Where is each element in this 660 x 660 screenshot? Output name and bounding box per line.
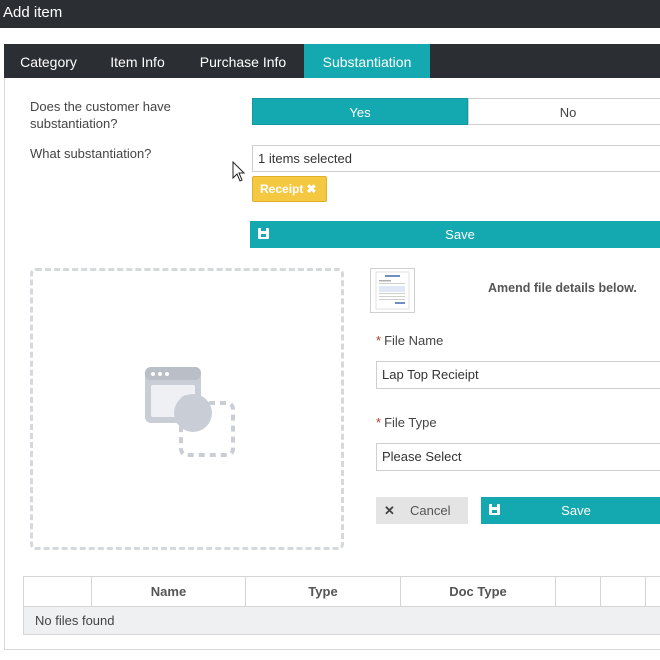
floppy-disk-icon [258, 228, 269, 239]
save-file-button[interactable]: Save [481, 497, 660, 524]
file-type-select[interactable]: Please Select [376, 443, 660, 471]
receipt-chip: Receipt ✖ [252, 176, 327, 202]
close-icon: ✕ [384, 503, 395, 518]
cancel-label: Cancel [410, 503, 451, 518]
receipt-chip-label: Receipt [260, 182, 304, 196]
floppy-disk-icon [489, 504, 500, 515]
column-header-action-1 [556, 577, 601, 606]
amend-instructions: Amend file details below. [488, 281, 637, 295]
upload-window-icon [145, 367, 235, 457]
tab-purchase-info[interactable]: Purchase Info [182, 44, 304, 78]
mouse-cursor-icon [232, 161, 246, 182]
tab-item-info[interactable]: Item Info [93, 44, 182, 78]
column-header-action-3 [646, 577, 660, 606]
file-name-label: * File Name [376, 333, 443, 348]
no-toggle-button[interactable]: No [468, 98, 660, 125]
required-mark: * [376, 333, 382, 348]
tab-substantiation[interactable]: Substantiation [304, 44, 430, 78]
column-header-blank [24, 577, 92, 606]
window-title: Add item [0, 0, 660, 28]
file-type-label-text: File Type [384, 415, 437, 430]
what-substantiation-label: What substantiation? [30, 146, 152, 161]
substantiation-multiselect[interactable]: 1 items selected [252, 145, 660, 172]
cancel-button[interactable]: ✕ Cancel [376, 497, 468, 524]
column-header-doc-type[interactable]: Doc Type [401, 577, 556, 606]
table-row: No files found [23, 607, 660, 635]
file-name-input[interactable]: Lap Top Recieipt [376, 361, 660, 389]
tab-bar: Category Item Info Purchase Info Substan… [4, 44, 660, 78]
file-type-label: * File Type [376, 415, 437, 430]
required-mark: * [376, 415, 382, 430]
tab-category[interactable]: Category [4, 44, 93, 78]
save-substantiation-button[interactable]: Save [250, 221, 660, 248]
file-thumbnail [370, 268, 415, 313]
has-substantiation-label: Does the customer have substantiation? [30, 99, 171, 131]
column-header-action-2 [601, 577, 646, 606]
remove-chip-icon[interactable]: ✖ [306, 182, 316, 196]
file-dropzone[interactable] [30, 268, 344, 550]
document-preview-icon [375, 271, 410, 310]
save-substantiation-label: Save [445, 227, 475, 242]
column-header-type[interactable]: Type [246, 577, 401, 606]
yes-toggle-button[interactable]: Yes [252, 98, 468, 125]
file-name-label-text: File Name [384, 333, 444, 348]
column-header-name[interactable]: Name [92, 577, 246, 606]
table-header: Name Type Doc Type [23, 576, 660, 607]
save-file-label: Save [561, 503, 591, 518]
no-files-message: No files found [35, 613, 115, 628]
